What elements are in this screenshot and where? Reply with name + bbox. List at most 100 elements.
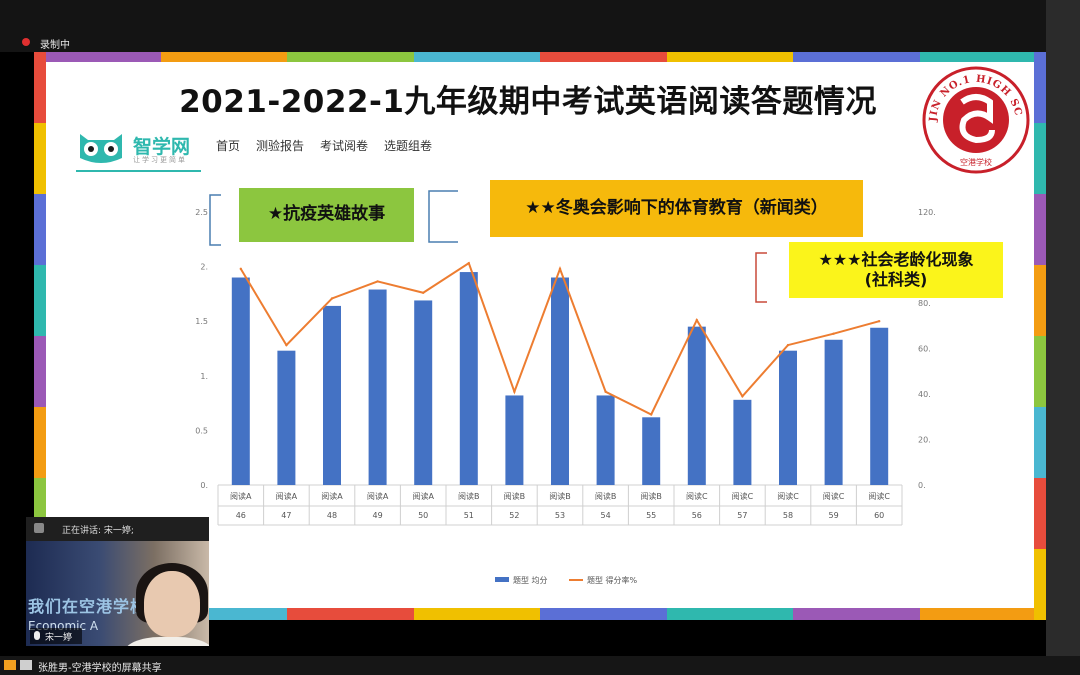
category-label: 阅读B <box>504 491 526 501</box>
chart-line-point <box>650 413 653 416</box>
left-axis-tick: 2. <box>200 263 208 272</box>
category-number: 51 <box>464 511 474 520</box>
screen-share-label: 张胜男-空港学校的屏幕共享 <box>38 663 162 674</box>
recording-dot-icon <box>22 38 30 46</box>
chart-line-point <box>285 343 288 347</box>
category-number: 60 <box>874 511 884 520</box>
chart-line-point <box>558 267 562 271</box>
callout-reading-b: ★★冬奥会影响下的体育教育（新闻类） <box>490 180 863 237</box>
bracket-left-b <box>428 190 458 243</box>
speaker-body <box>124 637 209 646</box>
chart-bar <box>687 326 706 485</box>
chart-bar <box>505 395 524 485</box>
category-number: 49 <box>373 511 383 520</box>
category-label: 阅读A <box>230 491 252 501</box>
chart-line-point <box>786 343 790 347</box>
category-label: 阅读C <box>686 491 708 501</box>
left-axis-tick: 2.5 <box>195 208 208 217</box>
category-label: 阅读A <box>276 491 298 501</box>
category-number: 57 <box>737 511 747 520</box>
chart-bar <box>551 277 569 485</box>
chart-bar <box>779 350 797 485</box>
chart-bar <box>596 395 615 485</box>
right-axis-tick: 0. <box>918 481 926 490</box>
chart-bar <box>368 289 387 485</box>
category-number: 48 <box>327 511 337 520</box>
chart-line-point <box>467 261 470 265</box>
chart-bar <box>414 300 433 485</box>
category-number: 53 <box>555 511 565 520</box>
category-number: 52 <box>509 511 519 520</box>
chart-line-point <box>741 395 744 398</box>
category-label: 阅读C <box>823 491 845 501</box>
speaker-name-badge: 宋一婷 <box>30 628 82 644</box>
meeting-top-bar <box>0 0 1080 52</box>
microphone-icon <box>34 631 40 640</box>
speaker-face <box>144 571 200 637</box>
chart-line-point <box>604 390 607 393</box>
right-axis-tick: 40. <box>918 390 931 399</box>
right-axis-tick: 120. <box>918 208 936 217</box>
category-label: 阅读B <box>640 491 662 501</box>
category-label: 阅读B <box>458 491 480 501</box>
category-label: 阅读C <box>777 491 799 501</box>
chart-line-point <box>878 320 881 323</box>
category-label: 阅读B <box>595 491 617 501</box>
right-axis-tick: 60. <box>918 345 931 354</box>
chart-line-point <box>695 318 698 322</box>
left-axis-tick: 0.5 <box>195 426 208 435</box>
category-number: 56 <box>692 511 702 520</box>
callout-reading-c-line1: ★★★社会老龄化现象 <box>818 250 974 269</box>
bracket-left-c <box>755 252 767 303</box>
chart-line-point <box>832 332 835 335</box>
right-axis-tick: 20. <box>918 436 931 445</box>
callout-reading-c-line2: (社科类) <box>864 270 928 289</box>
recording-label: 录制中 <box>40 40 70 51</box>
user-icon <box>4 660 16 670</box>
category-number: 50 <box>418 511 428 520</box>
chart-bar <box>277 350 296 485</box>
video-background-text: 我们在空港学校 <box>28 597 148 616</box>
category-number: 46 <box>236 511 246 520</box>
chart-bar <box>459 272 478 485</box>
chart-line-point <box>376 280 379 283</box>
chart-bar <box>733 399 752 485</box>
chart-bar <box>323 305 341 485</box>
category-label: 阅读A <box>321 491 343 501</box>
category-number: 54 <box>601 511 611 520</box>
chart-line-point <box>513 390 516 393</box>
category-label: 阅读B <box>549 491 571 501</box>
left-axis-tick: 1.5 <box>195 317 208 326</box>
chart-bar <box>824 339 843 485</box>
category-number: 58 <box>783 511 793 520</box>
category-label: 阅读C <box>868 491 890 501</box>
legend-label-line: 题型 得分率% <box>587 575 638 585</box>
bracket-left-a <box>209 194 221 246</box>
category-label: 阅读A <box>412 491 434 501</box>
legend-label-bar: 题型 均分 <box>513 575 548 585</box>
chart-bar <box>231 277 250 485</box>
chart-bar <box>870 327 889 485</box>
chart-line-point <box>422 291 425 294</box>
legend-swatch-bar <box>495 577 509 582</box>
left-axis-tick: 0. <box>200 481 208 490</box>
chart-line-point <box>239 267 242 271</box>
screen-share-icon[interactable] <box>20 660 32 670</box>
screen-share-bar <box>0 656 1080 675</box>
speaker-name: 宋一婷 <box>45 633 73 643</box>
callout-reading-a: ★抗疫英雄故事 <box>239 188 414 242</box>
chart-bar <box>642 417 661 485</box>
callout-reading-c: ★★★社会老龄化现象 (社科类) <box>789 242 1003 298</box>
category-number: 59 <box>829 511 839 520</box>
left-axis-tick: 1. <box>200 372 208 381</box>
speaker-video-panel[interactable]: 正在讲话: 宋一婷; 我们在空港学校 Economic A <box>26 517 209 646</box>
category-label: 阅读C <box>732 491 754 501</box>
speaking-indicator: 正在讲话: 宋一婷; <box>62 526 134 536</box>
chart-line-point <box>330 297 334 300</box>
category-number: 47 <box>281 511 291 520</box>
right-scroll-area[interactable] <box>1046 0 1080 675</box>
category-label: 阅读A <box>367 491 389 501</box>
category-number: 55 <box>646 511 656 520</box>
right-axis-tick: 80. <box>918 299 931 308</box>
speaker-avatar-icon <box>34 523 44 533</box>
